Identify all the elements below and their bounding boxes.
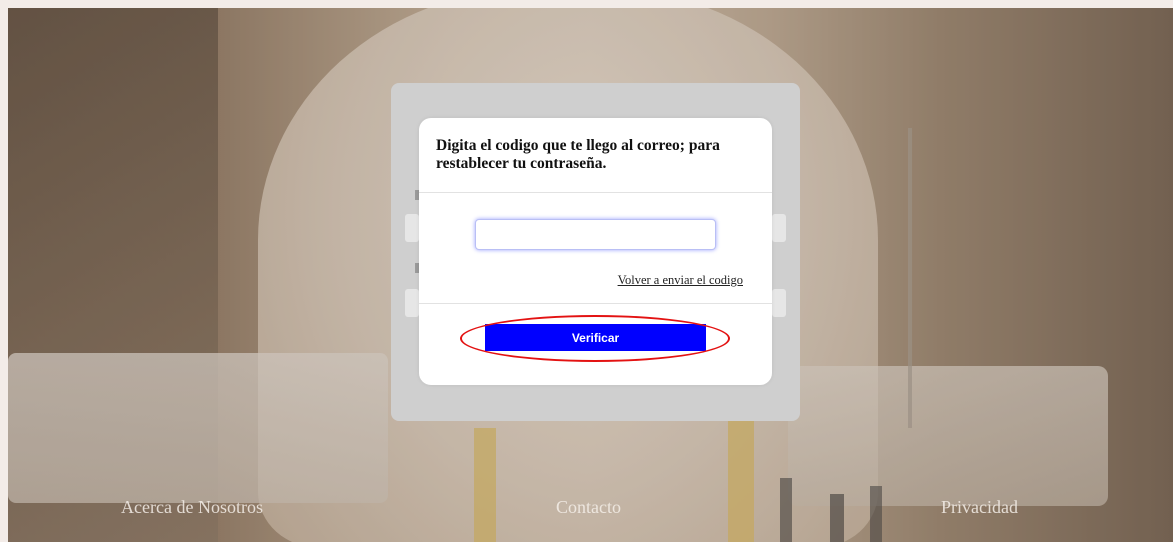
modal-footer: Verificar [419,304,772,385]
footer-link-contact[interactable]: Contacto [556,497,621,518]
verification-modal: Digita el codigo que te llego al correo;… [419,118,772,385]
resend-code-link[interactable]: Volver a enviar el codigo [618,273,743,288]
footer-link-privacy[interactable]: Privacidad [941,497,1018,518]
modal-body: Volver a enviar el codigo [419,193,772,304]
modal-title: Digita el codigo que te llego al correo;… [436,137,720,172]
footer-link-about[interactable]: Acerca de Nosotros [121,497,263,518]
form-field-partial [405,289,419,317]
verification-code-input[interactable] [475,219,716,250]
form-field-partial [405,214,419,242]
form-field-partial [772,214,786,242]
form-field-partial [772,289,786,317]
modal-header: Digita el codigo que te llego al correo;… [419,118,772,193]
verify-button[interactable]: Verificar [485,324,706,351]
